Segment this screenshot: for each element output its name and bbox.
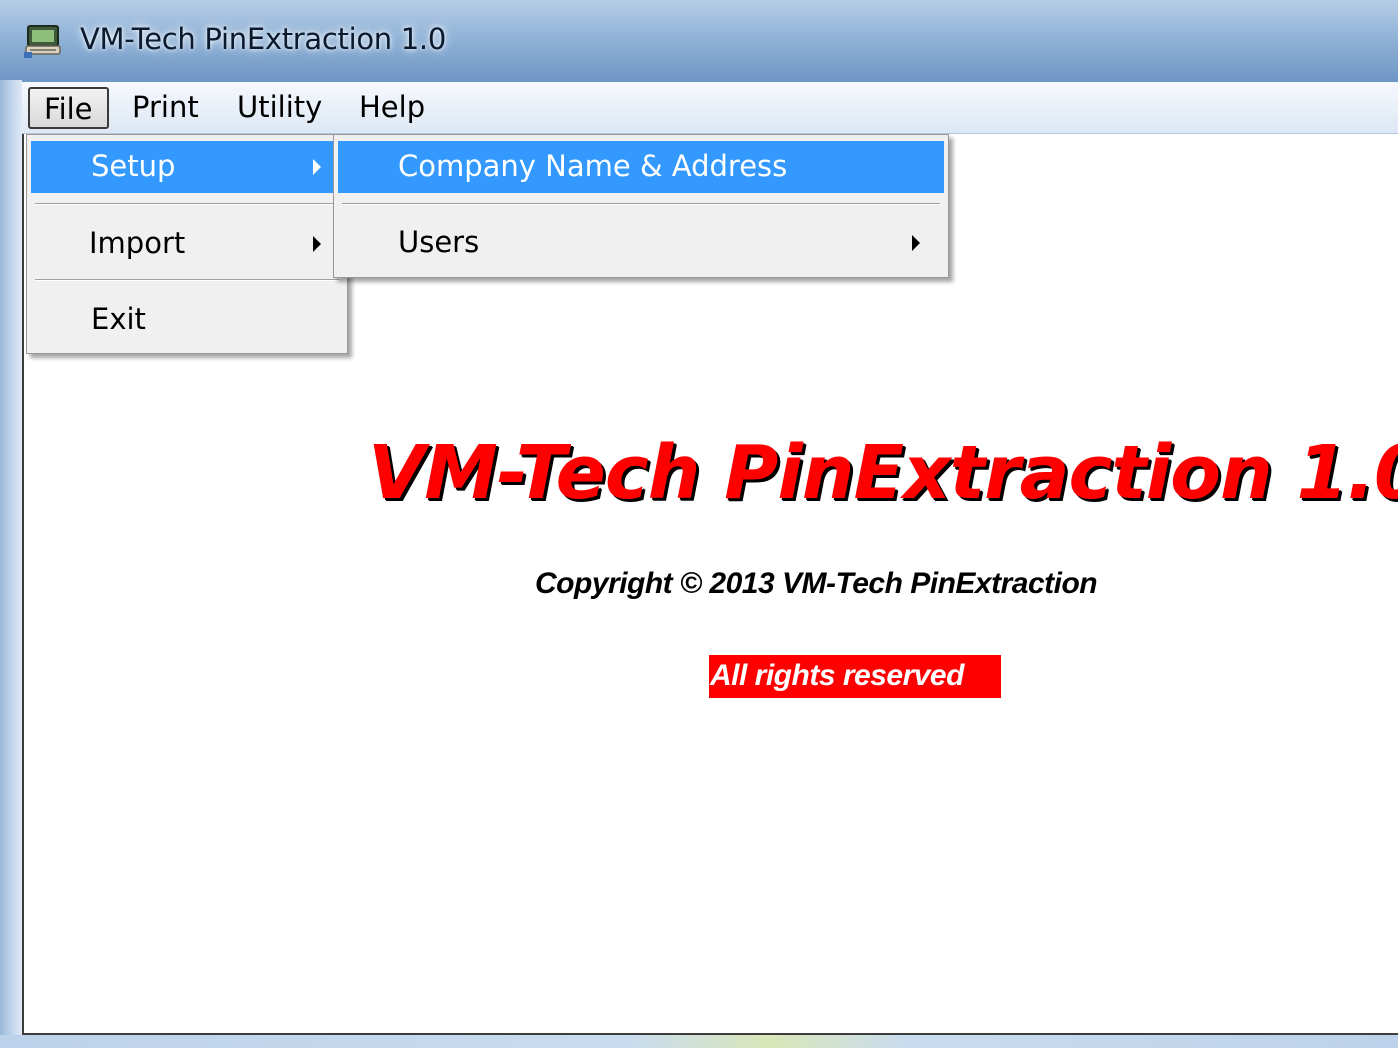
menu-utility[interactable]: Utility [223,87,336,129]
menu-item-import[interactable]: Import [31,218,343,270]
menu-item-exit[interactable]: Exit [31,294,343,346]
rights-reserved-label: All rights reserved [709,655,1001,698]
setup-submenu: Company Name & Address Users [333,134,949,278]
menu-separator [35,203,339,205]
menu-separator [35,279,339,281]
splash-title: VM-Tech PinExtraction 1.0 [368,430,1398,516]
menu-bar: File Print Utility Help [22,82,1398,134]
menu-item-import-label: Import [89,226,186,260]
menu-separator [342,203,940,205]
submenu-arrow-icon [313,159,321,175]
menu-item-setup-label: Setup [91,149,176,183]
title-bar[interactable]: VM-Tech PinExtraction 1.0 [0,0,1398,82]
menu-item-setup[interactable]: Setup [31,141,343,193]
menu-item-company-name-address-label: Company Name & Address [398,149,788,183]
window-title: VM-Tech PinExtraction 1.0 [80,22,447,56]
menu-help[interactable]: Help [345,87,439,129]
window-border-left [0,80,22,1048]
window-border-bottom [0,1035,1398,1048]
menu-item-exit-label: Exit [91,302,146,336]
menu-file[interactable]: File [28,87,109,129]
submenu-arrow-icon [912,235,920,251]
app-window-icon[interactable] [22,22,62,60]
menu-item-company-name-address[interactable]: Company Name & Address [338,141,944,193]
menu-item-users-label: Users [398,225,480,259]
menu-item-users[interactable]: Users [338,217,944,269]
submenu-arrow-icon [313,236,321,252]
file-menu-dropdown: Setup Import Exit [26,134,348,354]
menu-print[interactable]: Print [118,87,213,129]
copyright-text: Copyright © 2013 VM-Tech PinExtraction [535,567,1098,600]
